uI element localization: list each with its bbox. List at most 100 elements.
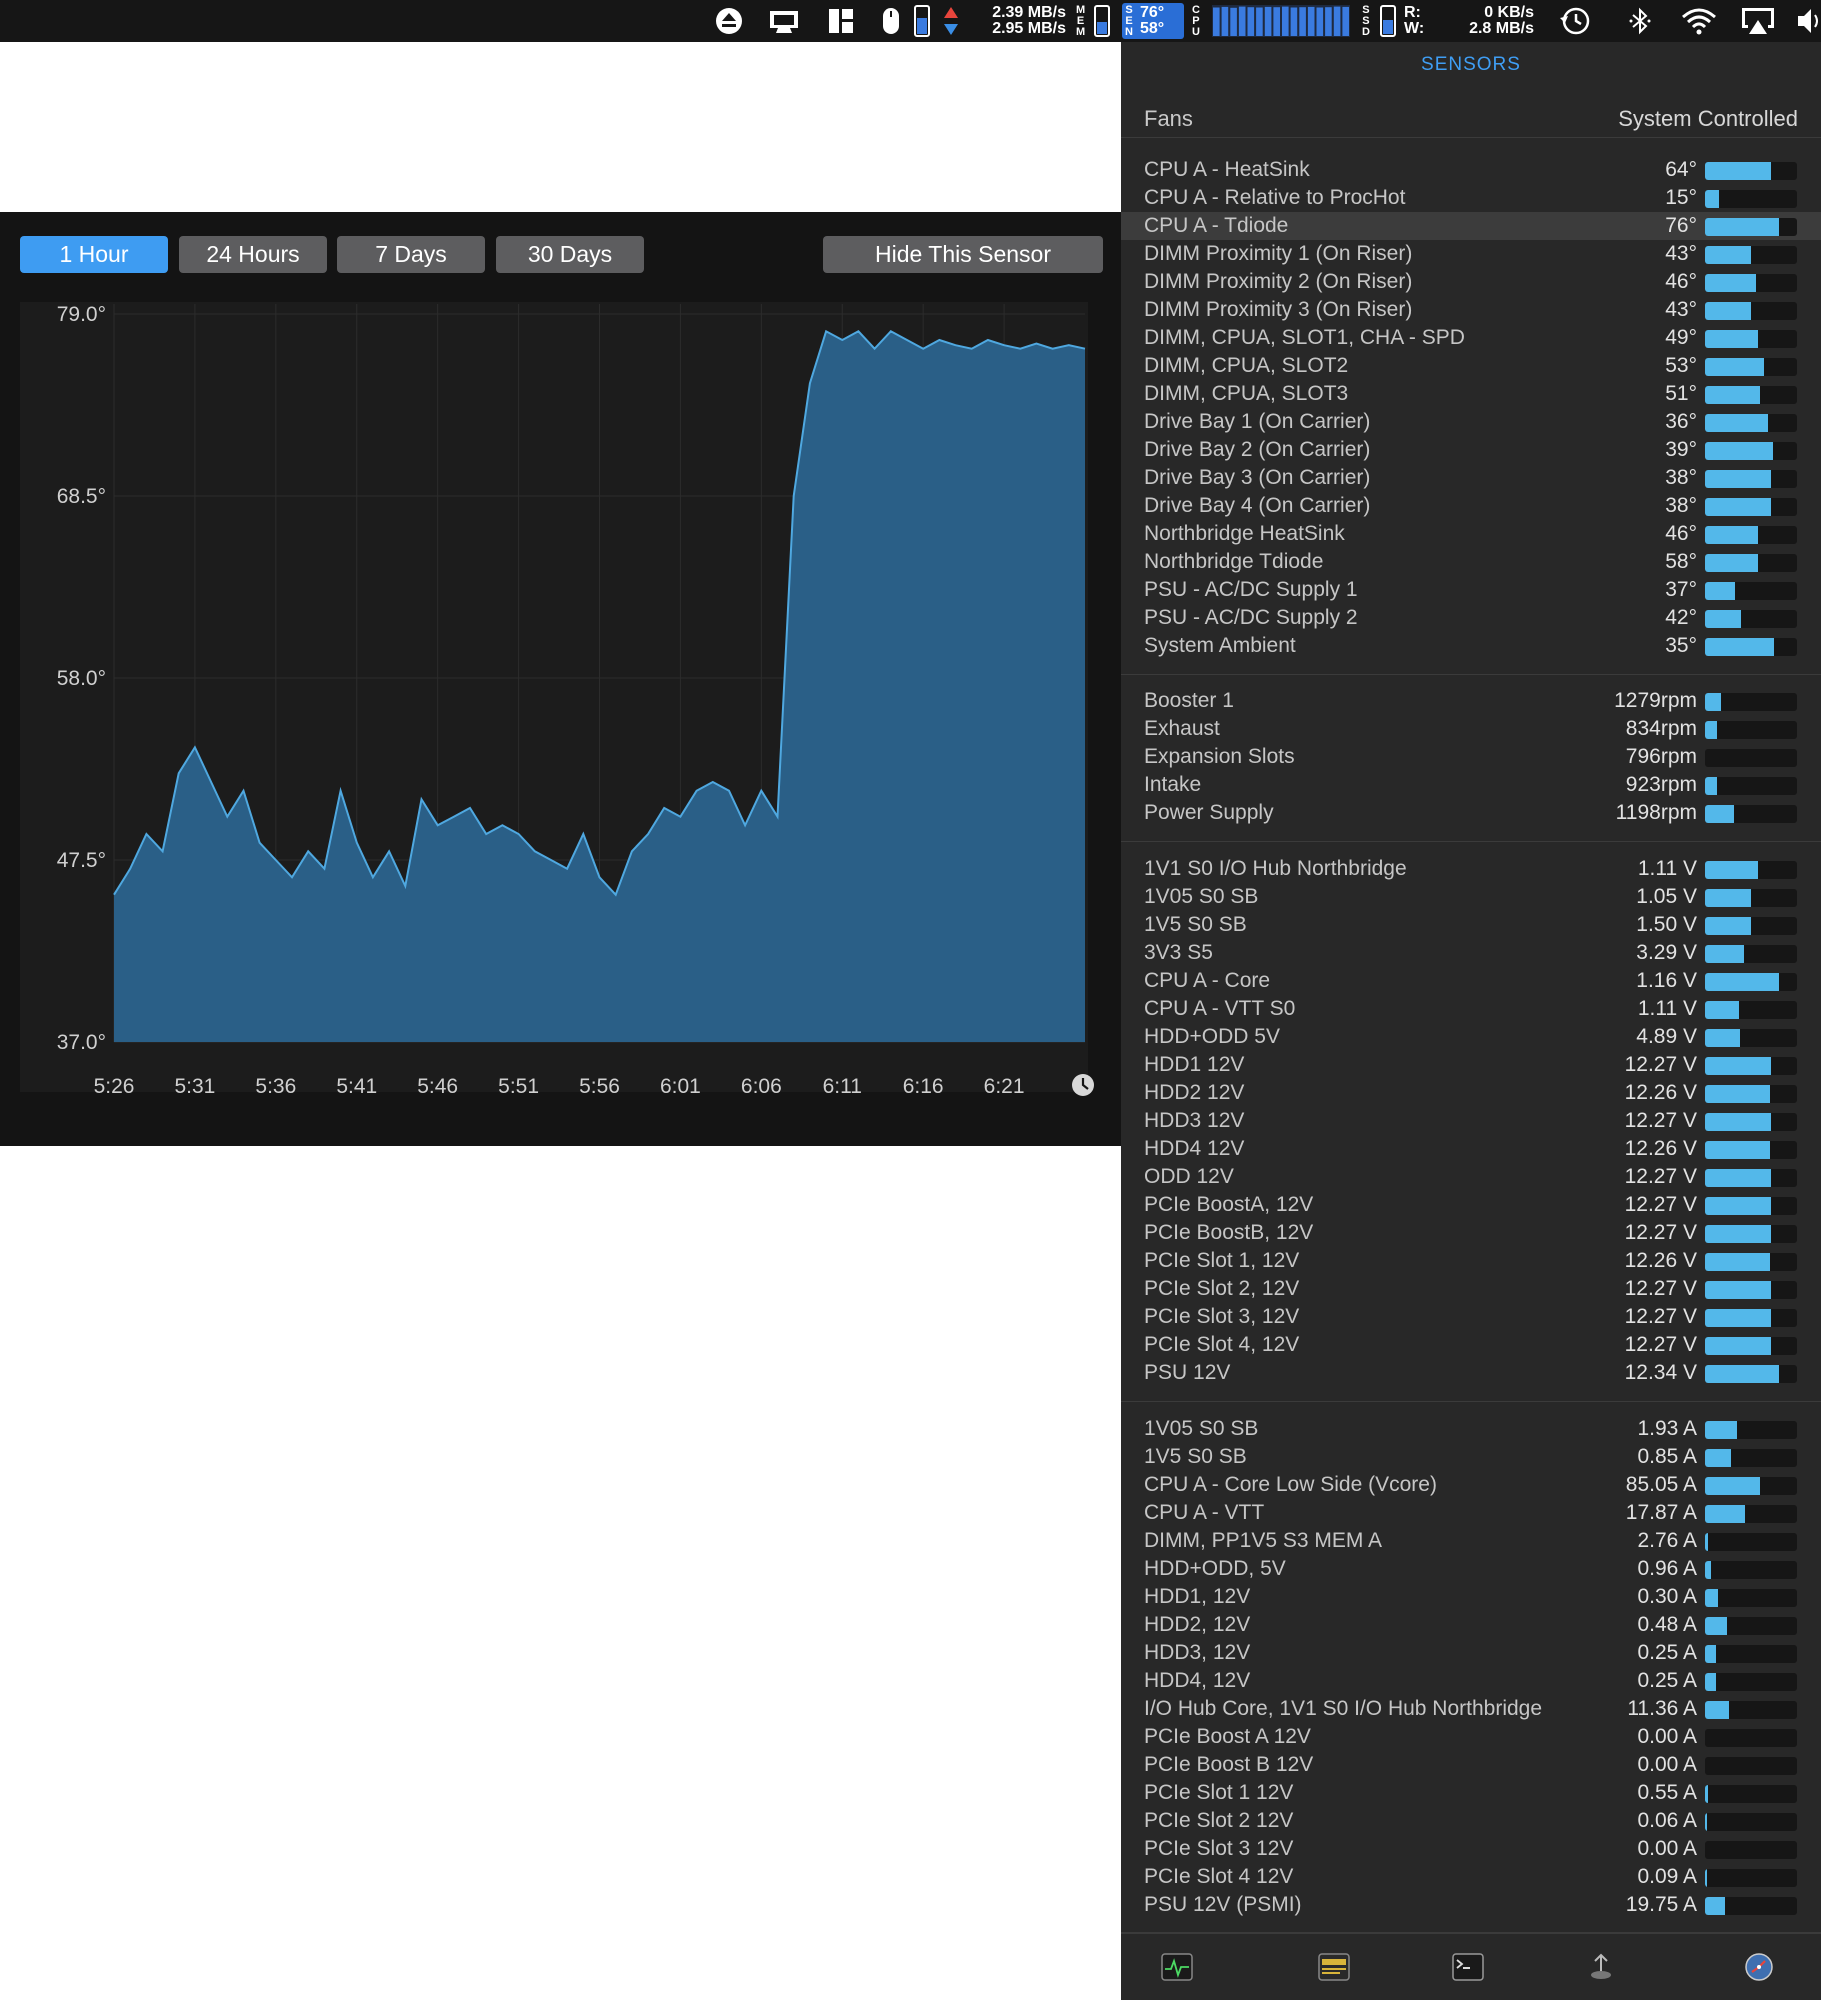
- fans-label: Fans: [1144, 106, 1193, 131]
- current-sensor-row[interactable]: I/O Hub Core, 1V1 S0 I/O Hub Northbridge…: [1121, 1695, 1821, 1723]
- current-sensor-row[interactable]: PSU 12V (PSMI) 19.75 A: [1121, 1891, 1821, 1919]
- voltage-sensor-row[interactable]: PCIe Slot 1, 12V 12.26 V: [1121, 1247, 1821, 1275]
- fans-mode[interactable]: System Controlled: [1618, 106, 1798, 132]
- current-sensor-row[interactable]: HDD+ODD, 5V 0.96 A: [1121, 1555, 1821, 1583]
- temperature-sensors: CPU A - HeatSink 64° CPU A - Relative to P…: [1121, 156, 1821, 675]
- current-sensor-row[interactable]: PCIe Boost A 12V 0.00 A: [1121, 1723, 1821, 1751]
- bluetooth-icon[interactable]: [1628, 0, 1652, 42]
- cpu-core-bar: [1316, 7, 1324, 36]
- voltage-sensor-row[interactable]: 1V05 S0 SB 1.05 V: [1121, 883, 1821, 911]
- voltage-sensor-row[interactable]: HDD4 12V 12.26 V: [1121, 1135, 1821, 1163]
- voltage-sensor-row[interactable]: HDD3 12V 12.27 V: [1121, 1107, 1821, 1135]
- voltage-sensor-row[interactable]: 3V3 S5 3.29 V: [1121, 939, 1821, 967]
- time-machine-icon[interactable]: [1558, 0, 1592, 42]
- fan-sensor-row[interactable]: Exhaust 834rpm: [1121, 715, 1821, 743]
- voltage-sensor-row[interactable]: ODD 12V 12.27 V: [1121, 1163, 1821, 1191]
- sensor-level-bar: [1705, 218, 1797, 236]
- ssd-gauge[interactable]: [1380, 0, 1396, 42]
- temperature-sensor-row[interactable]: DIMM, CPUA, SLOT2 53°: [1121, 352, 1821, 380]
- temperature-sensor-row[interactable]: DIMM Proximity 2 (On Riser) 46°: [1121, 268, 1821, 296]
- layout-icon[interactable]: [826, 0, 856, 42]
- temperature-sensor-row[interactable]: CPU A - Tdiode 76°: [1121, 212, 1821, 240]
- sensor-name: 1V05 S0 SB: [1144, 885, 1259, 908]
- voltage-sensor-row[interactable]: 1V5 S0 SB 1.50 V: [1121, 911, 1821, 939]
- current-sensor-row[interactable]: CPU A - VTT 17.87 A: [1121, 1499, 1821, 1527]
- activity-monitor-icon[interactable]: [1161, 1953, 1193, 1981]
- current-sensor-row[interactable]: HDD1, 12V 0.30 A: [1121, 1583, 1821, 1611]
- temperature-sensor-row[interactable]: DIMM Proximity 3 (On Riser) 43°: [1121, 296, 1821, 324]
- temperature-sensor-row[interactable]: DIMM, CPUA, SLOT1, CHA - SPD 49°: [1121, 324, 1821, 352]
- label-letter: M: [1076, 25, 1086, 38]
- current-sensor-row[interactable]: PCIe Slot 1 12V 0.55 A: [1121, 1779, 1821, 1807]
- sensor-level-bar: [1705, 1337, 1797, 1355]
- fan-sensor-row[interactable]: Power Supply 1198rpm: [1121, 799, 1821, 827]
- temperature-sensor-row[interactable]: Drive Bay 2 (On Carrier) 39°: [1121, 436, 1821, 464]
- sensor-name: 1V05 S0 SB: [1144, 1417, 1259, 1440]
- volume-icon[interactable]: [1796, 0, 1821, 42]
- current-sensor-row[interactable]: DIMM, PP1V5 S3 MEM A 2.76 A: [1121, 1527, 1821, 1555]
- sensor-level-bar: [1705, 1169, 1797, 1187]
- current-sensor-row[interactable]: CPU A - Core Low Side (Vcore) 85.05 A: [1121, 1471, 1821, 1499]
- temperature-sensor-row[interactable]: CPU A - HeatSink 64°: [1121, 156, 1821, 184]
- sensor-value: 11.36 A: [1627, 1697, 1697, 1720]
- temperature-sensor-row[interactable]: Drive Bay 3 (On Carrier) 38°: [1121, 464, 1821, 492]
- current-sensor-row[interactable]: HDD2, 12V 0.48 A: [1121, 1611, 1821, 1639]
- voltage-sensor-row[interactable]: PSU 12V 12.34 V: [1121, 1359, 1821, 1387]
- sensor-widget[interactable]: SEN 76° 58°: [1122, 3, 1184, 39]
- temperature-sensor-row[interactable]: System Ambient 35°: [1121, 632, 1821, 660]
- eject-icon[interactable]: [714, 0, 744, 42]
- system-info-icon[interactable]: [1743, 1953, 1775, 1981]
- voltage-sensor-row[interactable]: CPU A - Core 1.16 V: [1121, 967, 1821, 995]
- display-icon[interactable]: [766, 0, 802, 42]
- fan-sensor-row[interactable]: Expansion Slots 796rpm: [1121, 743, 1821, 771]
- fan-sensor-row[interactable]: Booster 1 1279rpm: [1121, 687, 1821, 715]
- sensor-value: 3.29 V: [1636, 941, 1697, 964]
- airplay-icon[interactable]: [1738, 0, 1778, 42]
- sensor-value: 0.00 A: [1637, 1837, 1697, 1860]
- voltage-sensor-row[interactable]: HDD1 12V 12.27 V: [1121, 1051, 1821, 1079]
- disk-utility-icon[interactable]: [1585, 1953, 1617, 1981]
- voltage-sensor-row[interactable]: PCIe Slot 4, 12V 12.27 V: [1121, 1331, 1821, 1359]
- voltage-sensor-row[interactable]: CPU A - VTT S0 1.11 V: [1121, 995, 1821, 1023]
- clock-icon[interactable]: [1072, 1074, 1094, 1096]
- sensors-title: SENSORS: [1421, 54, 1521, 75]
- sensor-name: HDD2, 12V: [1144, 1613, 1251, 1636]
- memory-gauge[interactable]: [1094, 0, 1110, 42]
- voltage-sensor-row[interactable]: PCIe Slot 2, 12V 12.27 V: [1121, 1275, 1821, 1303]
- current-sensor-row[interactable]: PCIe Slot 4 12V 0.09 A: [1121, 1863, 1821, 1891]
- current-sensor-row[interactable]: HDD3, 12V 0.25 A: [1121, 1639, 1821, 1667]
- temperature-sensor-row[interactable]: DIMM, CPUA, SLOT3 51°: [1121, 380, 1821, 408]
- current-sensor-row[interactable]: PCIe Slot 2 12V 0.06 A: [1121, 1807, 1821, 1835]
- current-sensor-row[interactable]: 1V05 S0 SB 1.93 A: [1121, 1415, 1821, 1443]
- sensor-level-fill: [1705, 945, 1744, 963]
- sensor-level-bar: [1705, 470, 1797, 488]
- temperature-sensor-row[interactable]: CPU A - Relative to ProcHot 15°: [1121, 184, 1821, 212]
- current-sensor-row[interactable]: PCIe Boost B 12V 0.00 A: [1121, 1751, 1821, 1779]
- voltage-sensor-row[interactable]: PCIe BoostA, 12V 12.27 V: [1121, 1191, 1821, 1219]
- current-sensor-row[interactable]: 1V5 S0 SB 0.85 A: [1121, 1443, 1821, 1471]
- network-upload-rate: 2.39 MB/s: [992, 4, 1066, 21]
- fan-sensor-row[interactable]: Intake 923rpm: [1121, 771, 1821, 799]
- voltage-sensor-row[interactable]: HDD+ODD 5V 4.89 V: [1121, 1023, 1821, 1051]
- temperature-sensor-row[interactable]: PSU - AC/DC Supply 2 42°: [1121, 604, 1821, 632]
- temperature-sensor-row[interactable]: Northbridge Tdiode 58°: [1121, 548, 1821, 576]
- current-sensor-row[interactable]: PCIe Slot 3 12V 0.00 A: [1121, 1835, 1821, 1863]
- wifi-icon[interactable]: [1680, 0, 1718, 42]
- temperature-sensor-row[interactable]: Drive Bay 1 (On Carrier) 36°: [1121, 408, 1821, 436]
- voltage-sensor-row[interactable]: PCIe Slot 3, 12V 12.27 V: [1121, 1303, 1821, 1331]
- temperature-sensor-row[interactable]: DIMM Proximity 1 (On Riser) 43°: [1121, 240, 1821, 268]
- temperature-sensor-row[interactable]: Drive Bay 4 (On Carrier) 38°: [1121, 492, 1821, 520]
- terminal-icon[interactable]: [1452, 1953, 1484, 1981]
- sensor-level-fill: [1705, 358, 1764, 376]
- temperature-sensor-row[interactable]: Northbridge HeatSink 46°: [1121, 520, 1821, 548]
- voltage-sensor-row[interactable]: PCIe BoostB, 12V 12.27 V: [1121, 1219, 1821, 1247]
- sensor-value: 0.09 A: [1637, 1865, 1697, 1888]
- mouse-icon[interactable]: [880, 0, 902, 42]
- console-icon[interactable]: [1318, 1953, 1350, 1981]
- temperature-sensor-row[interactable]: PSU - AC/DC Supply 1 37°: [1121, 576, 1821, 604]
- current-sensor-row[interactable]: HDD4, 12V 0.25 A: [1121, 1667, 1821, 1695]
- voltage-sensor-row[interactable]: 1V1 S0 I/O Hub Northbridge 1.11 V: [1121, 855, 1821, 883]
- fans-mode-row[interactable]: Fans System Controlled: [1121, 96, 1821, 138]
- cpu-graph[interactable]: [1212, 0, 1350, 42]
- voltage-sensor-row[interactable]: HDD2 12V 12.26 V: [1121, 1079, 1821, 1107]
